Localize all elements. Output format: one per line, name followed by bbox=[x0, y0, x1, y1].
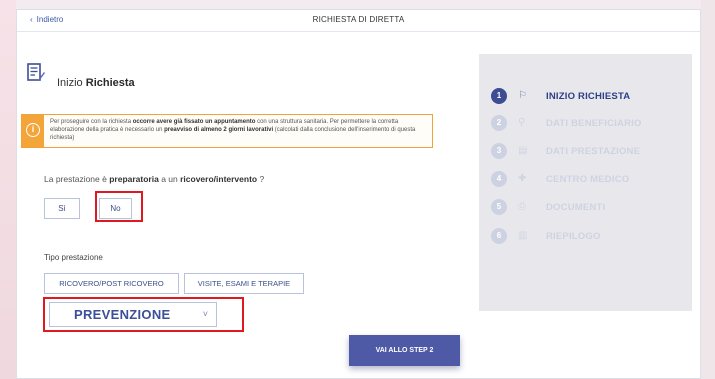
step-label: RIEPILOGO bbox=[546, 231, 601, 242]
document-icon: ▤ bbox=[518, 145, 528, 156]
section-title-bold: Richiesta bbox=[85, 77, 135, 89]
flag-icon: ⚐ bbox=[518, 90, 527, 101]
background-right bbox=[701, 0, 715, 379]
step-number: 2 bbox=[491, 115, 507, 131]
notice-text-2: occorre avere già fissato un appuntament… bbox=[132, 119, 256, 125]
medical-cross-icon: ✚ bbox=[518, 173, 527, 184]
step-number: 4 bbox=[491, 171, 507, 187]
question-text: La prestazione è preparatoria a un ricov… bbox=[44, 174, 264, 184]
select-value: PREVENZIONE bbox=[74, 307, 171, 322]
step-number: 5 bbox=[491, 199, 507, 215]
no-button[interactable]: No bbox=[99, 198, 132, 219]
person-icon: ⚲ bbox=[518, 117, 526, 128]
step-label: INIZIO RICHIESTA bbox=[546, 91, 631, 102]
step-label: DATI BENEFICIARIO bbox=[546, 118, 642, 129]
page-title: RICHIESTA DI DIRETTA bbox=[312, 15, 405, 24]
section-title-plain: Inizio bbox=[57, 77, 83, 89]
notice-text: Per proseguire con la richiesta occorre … bbox=[50, 118, 430, 142]
notice-text-1: Per proseguire con la richiesta bbox=[50, 119, 133, 125]
question-part-4: ricovero/intervento bbox=[180, 174, 258, 184]
edit-document-icon bbox=[27, 63, 45, 81]
documents-icon: ⎙ bbox=[518, 201, 526, 212]
yes-button[interactable]: Sì bbox=[44, 198, 80, 219]
question-part-2: preparatoria bbox=[109, 174, 159, 184]
info-icon: i bbox=[26, 123, 40, 137]
question-part-1: La prestazione è bbox=[44, 174, 110, 184]
question-part-3: a un bbox=[158, 174, 181, 184]
summary-icon: ▥ bbox=[518, 230, 528, 241]
step-number: 1 bbox=[491, 88, 507, 104]
step-label: DATI PRESTAZIONE bbox=[546, 146, 641, 157]
tipo-prestazione-label: Tipo prestazione bbox=[44, 253, 103, 262]
step-label: CENTRO MEDICO bbox=[546, 174, 630, 185]
ricovero-button[interactable]: RICOVERO/POST RICOVERO bbox=[44, 273, 179, 294]
stepper-panel: 1 ⚐ INIZIO RICHIESTA 2 ⚲ DATI BENEFICIAR… bbox=[479, 54, 692, 311]
chevron-down-icon: ˅ bbox=[202, 309, 208, 319]
step-label: DOCUMENTI bbox=[546, 202, 606, 213]
prestazione-select[interactable]: PREVENZIONE ˅ bbox=[49, 302, 217, 327]
next-step-button[interactable]: VAI ALLO STEP 2 bbox=[349, 335, 460, 366]
step-number: 3 bbox=[491, 143, 507, 159]
background-left bbox=[0, 0, 16, 379]
request-panel: ‹ Indietro RICHIESTA DI DIRETTA Inizio Ri… bbox=[16, 9, 701, 379]
question-part-5: ? bbox=[257, 174, 265, 184]
notice-box: i Per proseguire con la richiesta occorr… bbox=[21, 114, 433, 148]
notice-icon-strip: i bbox=[22, 115, 44, 147]
step-number: 6 bbox=[491, 228, 507, 244]
top-bar: ‹ Indietro RICHIESTA DI DIRETTA bbox=[17, 10, 700, 32]
notice-text-4: preavviso di almeno 2 giorni lavorativi bbox=[164, 127, 274, 133]
visite-button[interactable]: VISITE, ESAMI E TERAPIE bbox=[184, 273, 304, 294]
section-title: Inizio Richiesta bbox=[57, 77, 135, 89]
